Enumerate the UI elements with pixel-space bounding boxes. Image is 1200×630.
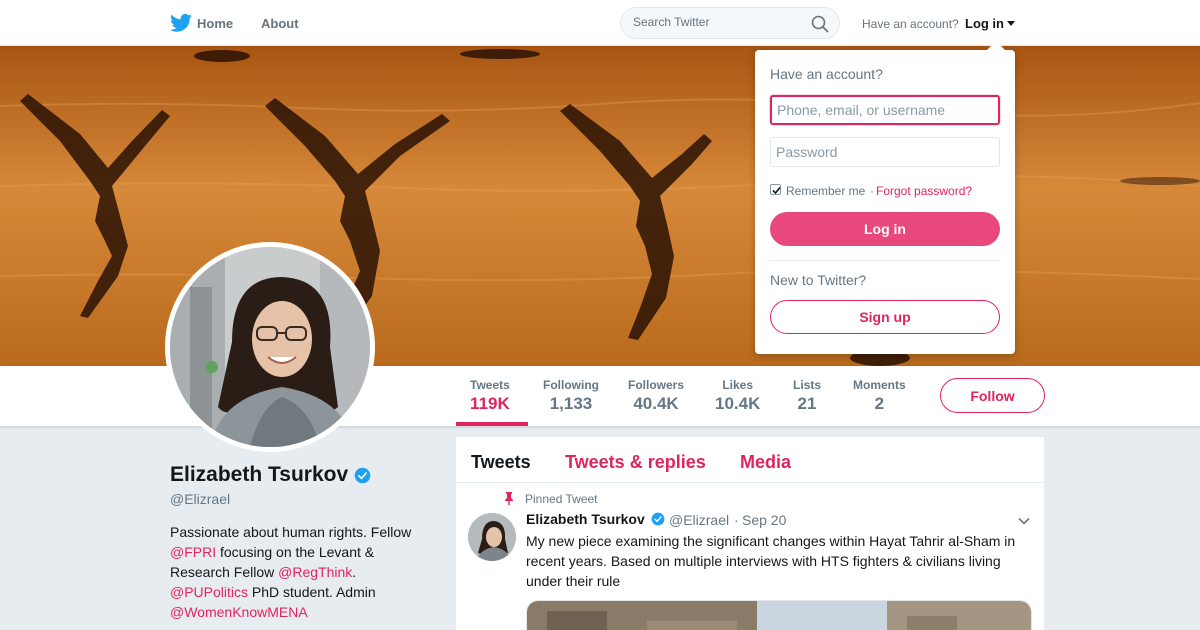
signup-button[interactable]: Sign up: [770, 300, 1000, 334]
new-to-twitter-text: New to Twitter?: [770, 272, 867, 288]
forgot-password-link[interactable]: Forgot password?: [876, 184, 972, 198]
divider: [770, 260, 1000, 261]
separator-dot: ·: [870, 184, 874, 198]
tweet-author-handle[interactable]: @Elizrael: [669, 512, 729, 528]
tab-tweets[interactable]: Tweets: [471, 452, 531, 473]
bio-text: Passionate about human rights. Fellow: [170, 524, 412, 540]
login-dropdown: Have an account? Remember me · Forgot pa…: [755, 41, 1015, 354]
stat-label: Tweets: [470, 378, 510, 392]
top-navigation-bar: Home About Have an account? Log in: [0, 0, 1200, 46]
profile-bio: Passionate about human rights. Fellow @F…: [170, 522, 430, 622]
avatar-photo: [170, 247, 370, 447]
stat-label: Following: [543, 378, 599, 392]
stat-value: 1,133: [549, 394, 593, 413]
stat-followers[interactable]: Followers 40.4K: [628, 378, 684, 414]
bio-text: .: [352, 564, 357, 580]
twitter-bird-icon[interactable]: [170, 13, 192, 33]
stat-likes[interactable]: Likes 10.4K: [715, 378, 760, 414]
stat-value: 119K: [470, 394, 510, 413]
search-icon[interactable]: [811, 15, 829, 33]
profile-name: Elizabeth Tsurkov: [170, 463, 349, 486]
password-field[interactable]: [770, 137, 1000, 167]
profile-avatar[interactable]: [165, 242, 375, 452]
stat-lists[interactable]: Lists 21: [793, 378, 821, 414]
login-button[interactable]: Log in: [770, 212, 1000, 246]
tab-media[interactable]: Media: [740, 452, 791, 473]
verified-badge-icon: [651, 512, 665, 526]
stat-following[interactable]: Following 1,133: [543, 378, 599, 414]
verified-badge-icon: [354, 467, 371, 484]
follow-button[interactable]: Follow: [940, 378, 1045, 413]
have-account-text: Have an account?: [862, 17, 959, 31]
timeline-tabs: Tweets Tweets & replies Media: [456, 437, 1044, 483]
chevron-down-icon[interactable]: [1018, 515, 1030, 527]
stat-value: 40.4K: [633, 394, 679, 413]
tweet-text: My new piece examining the significant c…: [526, 533, 1016, 589]
remember-me-label[interactable]: Remember me: [786, 184, 865, 198]
stat-label: Lists: [793, 378, 822, 392]
timeline: Tweets Tweets & replies Media Pinned Twe…: [456, 437, 1044, 630]
stat-label: Moments: [853, 378, 906, 392]
active-stat-indicator: [456, 422, 528, 426]
bio-mention-link[interactable]: @PUPolitics: [170, 584, 248, 600]
checkmark-icon: [772, 186, 781, 195]
tab-tweets-replies[interactable]: Tweets & replies: [565, 452, 706, 473]
bio-text: PhD student. Admin: [248, 584, 376, 600]
stat-tweets[interactable]: Tweets 119K: [470, 378, 510, 414]
pin-icon: [505, 492, 513, 505]
username-field[interactable]: [770, 95, 1000, 125]
stat-value: 21: [797, 394, 817, 413]
stat-label: Followers: [628, 378, 685, 392]
stat-value: 10.4K: [715, 394, 761, 413]
tweet-separator: ·: [734, 512, 739, 528]
pinned-tweet-label: Pinned Tweet: [525, 492, 598, 506]
search-box[interactable]: [620, 7, 840, 39]
caret-down-icon[interactable]: [1007, 21, 1015, 26]
bio-mention-link[interactable]: @FPRI: [170, 544, 216, 560]
remember-me-checkbox[interactable]: [770, 184, 781, 195]
search-input[interactable]: [633, 15, 803, 29]
stat-value: 2: [874, 394, 885, 413]
profile-handle: @Elizrael: [170, 491, 231, 507]
bio-mention-link[interactable]: @WomenKnowMENA: [170, 604, 308, 620]
tweet-timestamp[interactable]: Sep 20: [742, 512, 786, 528]
stat-moments[interactable]: Moments 2: [853, 378, 906, 414]
login-menu-toggle[interactable]: Log in: [965, 16, 1004, 31]
nav-home-link[interactable]: Home: [197, 16, 233, 31]
bio-mention-link[interactable]: @RegThink: [278, 564, 352, 580]
dropdown-title: Have an account?: [770, 66, 883, 82]
tweet-avatar[interactable]: [468, 513, 516, 561]
tweet-author-name[interactable]: Elizabeth Tsurkov: [526, 511, 645, 527]
stat-label: Likes: [722, 378, 754, 392]
tweet-media-image[interactable]: [526, 600, 1032, 630]
nav-about-link[interactable]: About: [261, 16, 299, 31]
